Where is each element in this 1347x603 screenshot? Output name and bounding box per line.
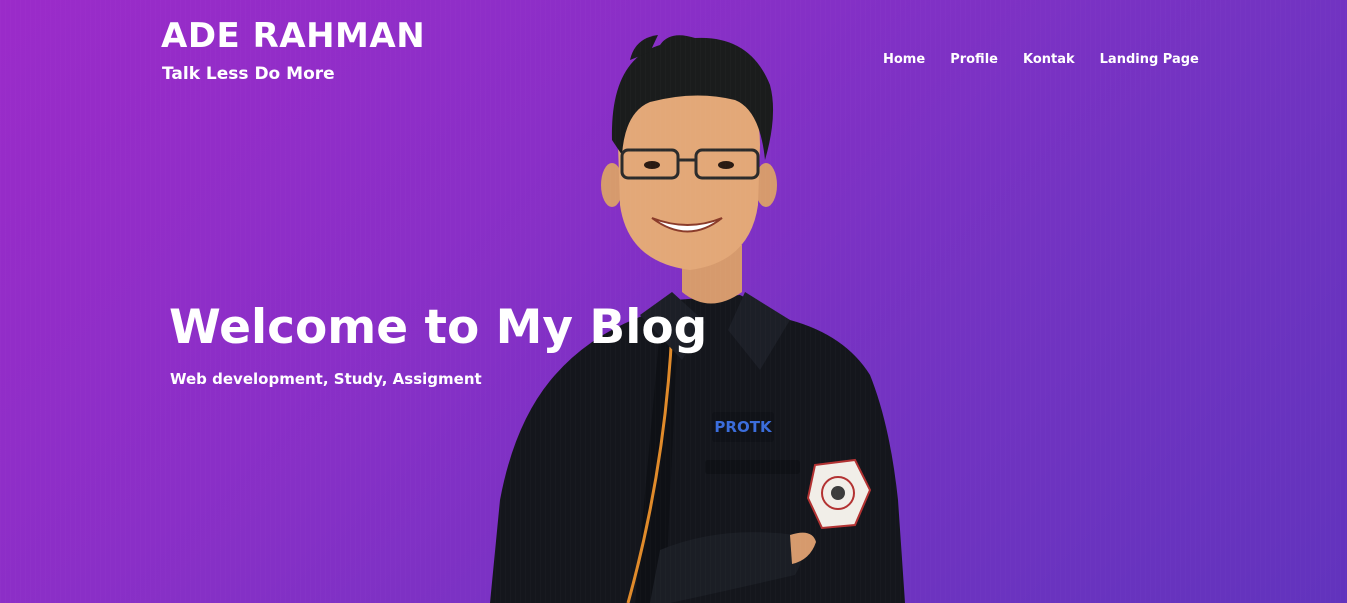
protk-badge-icon: PROTK	[712, 412, 774, 442]
main-nav: Home Profile Kontak Landing Page	[883, 50, 1199, 70]
brand: ADE RAHMAN Talk Less Do More	[161, 14, 425, 86]
svg-text:PROTK: PROTK	[714, 418, 773, 436]
hero-heading: Welcome to My Blog	[169, 300, 708, 355]
nav-item-landing-page[interactable]: Landing Page	[1100, 50, 1199, 70]
hero-section: ADE RAHMAN Talk Less Do More Home Profil…	[0, 0, 1347, 603]
site-tagline: Talk Less Do More	[162, 64, 335, 84]
hero-subheading: Web development, Study, Assigment	[170, 370, 482, 388]
nav-item-kontak[interactable]: Kontak	[1023, 50, 1075, 70]
site-title[interactable]: ADE RAHMAN	[161, 14, 425, 58]
nav-item-profile[interactable]: Profile	[950, 50, 998, 70]
